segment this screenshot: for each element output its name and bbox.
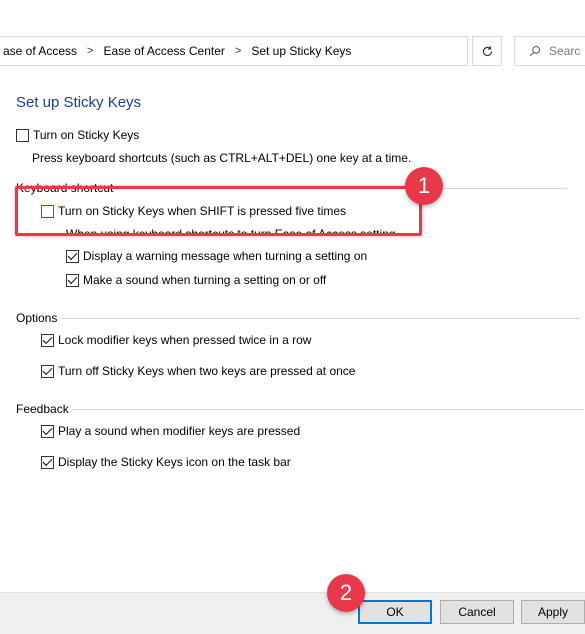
callout-badge-2: 2	[327, 574, 365, 612]
play-sound-checkbox[interactable]: Play a sound when modifier keys are pres…	[41, 424, 300, 438]
options-group-label: Options	[16, 311, 62, 325]
turn-on-sticky-keys-checkbox[interactable]: Turn on Sticky Keys	[16, 128, 139, 142]
group-divider	[61, 317, 582, 319]
address-bar[interactable]: ase of Access > Ease of Access Center > …	[0, 36, 468, 66]
make-sound-checkbox[interactable]: Make a sound when turning a setting on o…	[66, 273, 326, 287]
checkbox-checked-icon[interactable]	[66, 273, 79, 287]
lock-modifier-keys-checkbox[interactable]: Lock modifier keys when pressed twice in…	[41, 333, 311, 347]
turn-on-sticky-keys-label: Turn on Sticky Keys	[33, 128, 140, 142]
turn-off-two-keys-checkbox[interactable]: Turn off Sticky Keys when two keys are p…	[41, 364, 355, 378]
page-title: Set up Sticky Keys	[16, 94, 142, 111]
breadcrumb-set-up-sticky-keys[interactable]: Set up Sticky Keys	[249, 44, 353, 58]
callout-highlight-box	[15, 186, 422, 236]
breadcrumb-ease-of-access-center[interactable]: Ease of Access Center	[101, 44, 226, 58]
refresh-button[interactable]	[472, 36, 502, 66]
callout-badge-1: 1	[405, 167, 443, 205]
checkbox-checked-icon[interactable]	[41, 333, 54, 347]
taskbar-icon-checkbox[interactable]: Display the Sticky Keys icon on the task…	[41, 455, 291, 469]
play-sound-label: Play a sound when modifier keys are pres…	[58, 424, 301, 438]
checkbox-checked-icon[interactable]	[66, 249, 79, 263]
breadcrumb-separator-icon[interactable]: >	[227, 45, 249, 57]
sticky-keys-description: Press keyboard shortcuts (such as CTRL+A…	[32, 151, 412, 165]
group-divider	[72, 408, 583, 410]
turn-off-two-keys-label: Turn off Sticky Keys when two keys are p…	[58, 364, 356, 378]
refresh-icon	[482, 45, 492, 56]
breadcrumb-separator-icon[interactable]: >	[79, 45, 101, 57]
apply-button[interactable]: Apply	[521, 600, 585, 624]
make-sound-label: Make a sound when turning a setting on o…	[83, 273, 327, 287]
taskbar-icon-label: Display the Sticky Keys icon on the task…	[58, 455, 291, 469]
search-placeholder: Searc	[549, 44, 581, 58]
ok-button[interactable]: OK	[358, 600, 432, 624]
checkbox-checked-icon[interactable]	[41, 364, 54, 378]
options-group-header: Options	[16, 311, 582, 325]
address-bar-area: ase of Access > Ease of Access Center > …	[0, 0, 585, 102]
cancel-button[interactable]: Cancel	[440, 600, 514, 624]
breadcrumb-ease-of-access[interactable]: ase of Access	[1, 44, 79, 58]
warning-message-checkbox[interactable]: Display a warning message when turning a…	[66, 249, 367, 263]
checkbox-checked-icon[interactable]	[41, 424, 54, 438]
feedback-group-header: Feedback	[16, 402, 583, 416]
checkbox-icon[interactable]	[16, 128, 29, 142]
checkbox-checked-icon[interactable]	[41, 455, 54, 469]
warning-message-label: Display a warning message when turning a…	[83, 249, 368, 263]
search-input[interactable]: Searc	[514, 36, 585, 66]
search-icon	[529, 46, 540, 57]
lock-modifier-keys-label: Lock modifier keys when pressed twice in…	[58, 333, 312, 347]
feedback-group-label: Feedback	[16, 402, 73, 416]
